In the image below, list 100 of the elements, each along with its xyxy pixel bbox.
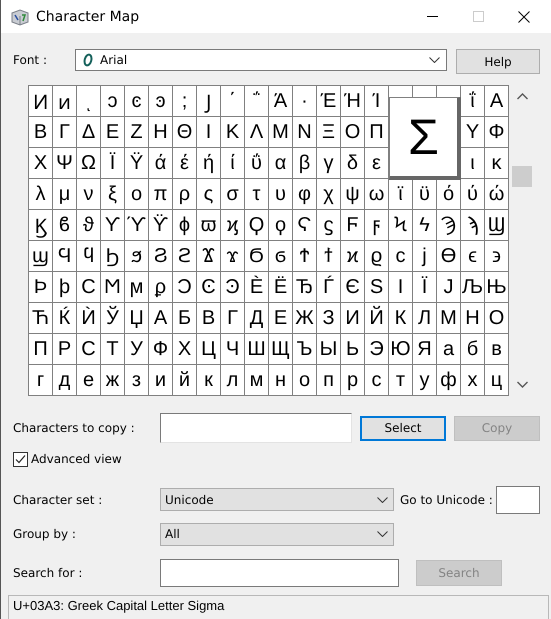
character-cell[interactable]: Я <box>413 334 437 365</box>
character-cell[interactable]: й <box>173 365 197 396</box>
character-cell[interactable]: ϧ <box>125 241 149 272</box>
character-cell[interactable]: σ <box>221 179 245 210</box>
character-cell[interactable]: Є <box>341 272 365 303</box>
character-cell[interactable]: а <box>437 334 461 365</box>
character-cell[interactable]: Б <box>173 303 197 334</box>
character-cell[interactable]: ͷ <box>53 86 77 117</box>
character-cell[interactable]: Ѓ <box>317 272 341 303</box>
character-cell[interactable]: х <box>461 365 485 396</box>
character-cell[interactable]: Ψ <box>53 148 77 179</box>
character-cell[interactable]: П <box>29 334 53 365</box>
character-cell[interactable]: Ђ <box>293 272 317 303</box>
character-cell[interactable]: И <box>341 303 365 334</box>
character-cell[interactable]: Β <box>29 117 53 148</box>
character-cell[interactable]: ώ <box>485 179 509 210</box>
character-cell[interactable]: ο <box>125 179 149 210</box>
character-cell[interactable]: Ξ <box>317 117 341 148</box>
character-cell[interactable]: Ϝ <box>341 210 365 241</box>
character-cell[interactable]: έ <box>173 148 197 179</box>
character-cell[interactable]: φ <box>293 179 317 210</box>
character-cell[interactable]: λ <box>29 179 53 210</box>
character-cell[interactable]: Ν <box>293 117 317 148</box>
character-cell[interactable]: ϸ <box>53 272 77 303</box>
character-cell[interactable]: ϡ <box>461 210 485 241</box>
character-cell[interactable]: Ο <box>341 117 365 148</box>
character-cell[interactable]: Ή <box>341 86 365 117</box>
character-cell[interactable]: τ <box>245 179 269 210</box>
character-cell[interactable]: ς <box>197 179 221 210</box>
character-cell[interactable]: β <box>293 148 317 179</box>
character-cell[interactable]: ϰ <box>341 241 365 272</box>
character-cell[interactable]: Д <box>245 303 269 334</box>
character-cell[interactable]: Ј <box>437 272 461 303</box>
character-cell[interactable]: Ι <box>197 117 221 148</box>
character-cell[interactable]: ϻ <box>125 272 149 303</box>
character-cell[interactable]: ϕ <box>173 210 197 241</box>
character-cell[interactable]: Њ <box>485 272 509 303</box>
character-cell[interactable]: Ь <box>341 334 365 365</box>
character-cell[interactable]: υ <box>269 179 293 210</box>
character-cell[interactable]: ϙ <box>269 210 293 241</box>
character-cell[interactable]: Э <box>365 334 389 365</box>
character-cell[interactable]: ц <box>485 365 509 396</box>
character-cell[interactable]: ж <box>101 365 125 396</box>
character-cell[interactable]: Κ <box>221 117 245 148</box>
character-cell[interactable]: Љ <box>461 272 485 303</box>
character-cell[interactable]: Ϋ <box>125 148 149 179</box>
character-cell[interactable]: Л <box>413 303 437 334</box>
character-cell[interactable]: Ϫ <box>197 241 221 272</box>
character-cell[interactable]: ͼ <box>125 86 149 117</box>
character-cell[interactable]: Џ <box>125 303 149 334</box>
character-set-dropdown[interactable]: Unicode <box>160 488 394 511</box>
character-cell[interactable]: Ѝ <box>77 303 101 334</box>
character-cell[interactable]: Х <box>173 334 197 365</box>
character-cell[interactable]: Ϛ <box>293 210 317 241</box>
character-cell[interactable]: ͺ <box>77 86 101 117</box>
help-button[interactable]: Help <box>456 49 540 74</box>
character-cell[interactable]: З <box>317 303 341 334</box>
character-cell[interactable]: Ў <box>101 303 125 334</box>
character-cell[interactable]: г <box>29 365 53 396</box>
character-cell[interactable]: Ѐ <box>245 272 269 303</box>
character-cell[interactable]: ρ <box>173 179 197 210</box>
character-cell[interactable]: ν <box>77 179 101 210</box>
character-cell[interactable]: Ͷ <box>29 86 53 117</box>
character-cell[interactable]: α <box>269 148 293 179</box>
character-cell[interactable]: Η <box>149 117 173 148</box>
character-cell[interactable]: Ά <box>269 86 293 117</box>
character-cell[interactable]: ϯ <box>317 241 341 272</box>
character-cell[interactable]: Ш <box>245 334 269 365</box>
character-cell[interactable]: ϛ <box>317 210 341 241</box>
character-cell[interactable]: С <box>77 334 101 365</box>
character-cell[interactable]: м <box>245 365 269 396</box>
character-cell[interactable]: Ϧ <box>101 241 125 272</box>
character-cell[interactable]: Ϟ <box>389 210 413 241</box>
character-cell[interactable]: ϟ <box>413 210 437 241</box>
character-cell[interactable]: ͻ <box>101 86 125 117</box>
character-cell[interactable]: ϶ <box>485 241 509 272</box>
character-cell[interactable]: ϔ <box>149 210 173 241</box>
character-cell[interactable]: Ϣ <box>485 210 509 241</box>
character-cell[interactable]: Ϡ <box>437 210 461 241</box>
character-cell[interactable]: б <box>461 334 485 365</box>
character-cell[interactable]: Ͼ <box>197 272 221 303</box>
character-cell[interactable]: ϑ <box>77 210 101 241</box>
character-cell[interactable]: Ϻ <box>101 272 125 303</box>
character-cell[interactable]: Λ <box>245 117 269 148</box>
character-cell[interactable]: Ϥ <box>53 241 77 272</box>
font-dropdown[interactable]: Arial <box>75 49 447 71</box>
character-cell[interactable]: ϓ <box>125 210 149 241</box>
character-cell[interactable]: Ϊ <box>101 148 125 179</box>
character-cell[interactable]: Т <box>101 334 125 365</box>
character-cell[interactable]: Ы <box>317 334 341 365</box>
character-cell[interactable]: ΰ <box>245 148 269 179</box>
character-cell[interactable]: Γ <box>53 117 77 148</box>
character-cell[interactable]: Р <box>53 334 77 365</box>
character-cell[interactable]: е <box>77 365 101 396</box>
character-cell[interactable]: χ <box>317 179 341 210</box>
character-cell[interactable]: Й <box>365 303 389 334</box>
character-cell[interactable]: О <box>485 303 509 334</box>
character-cell[interactable]: μ <box>53 179 77 210</box>
character-cell[interactable]: Ї <box>413 272 437 303</box>
character-cell[interactable]: ф <box>437 365 461 396</box>
